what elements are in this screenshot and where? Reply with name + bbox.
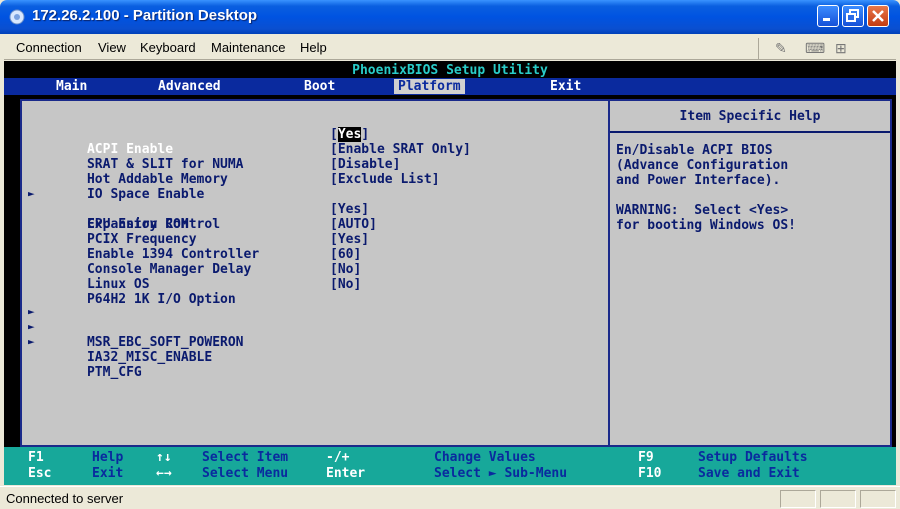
bios-utility-title: PhoenixBIOS Setup Utility <box>352 63 548 78</box>
close-icon <box>872 10 884 22</box>
setting-value[interactable]: [Exclude List] <box>330 172 440 187</box>
help-panel: Item Specific Help En/Disable ACPI BIOS … <box>608 99 892 447</box>
close-button[interactable] <box>867 5 889 27</box>
setting-console-manager-delay[interactable]: Console Manager Delay [60] <box>40 247 361 277</box>
tab-boot[interactable]: Boot <box>304 79 335 94</box>
tab-exit[interactable]: Exit <box>550 79 581 94</box>
setting-srat-slit[interactable]: SRAT & SLIT for NUMA [Enable SRAT Only] <box>40 142 471 172</box>
key-minus-plus: -/+ <box>326 450 350 465</box>
key-desc: Exit <box>92 466 124 481</box>
setting-value[interactable]: [Yes] <box>330 202 369 217</box>
restore-icon <box>846 9 859 22</box>
submenu-arrow-icon: ► <box>28 187 35 200</box>
setting-io-space-enable[interactable]: IO Space Enable [Exclude List] <box>40 172 440 202</box>
bios-screen[interactable]: PhoenixBIOS Setup Utility Main Advanced … <box>4 61 896 485</box>
menu-maintenance[interactable]: Maintenance <box>211 40 285 55</box>
key-arrows-leftright: ←→ <box>156 466 172 481</box>
key-arrows-updown: ↑↓ <box>156 450 172 465</box>
setting-value[interactable]: [Enable SRAT Only] <box>330 142 471 157</box>
tab-platform[interactable]: Platform <box>394 79 465 94</box>
submenu-arrow-icon: ► <box>28 305 35 318</box>
key-f10: F10 <box>638 466 662 481</box>
settings-panel: ACPI Enable [Yes] SRAT & SLIT for NUMA [… <box>20 99 610 447</box>
submenu-msr-ebc-soft-poweron[interactable]: ► MSR_EBC_SOFT_POWERON <box>28 305 244 350</box>
status-pane <box>780 490 816 508</box>
network-icon[interactable]: ⊞ <box>835 40 847 57</box>
key-esc: Esc <box>28 466 52 481</box>
help-text-line: for booting Windows OS! <box>616 218 797 233</box>
setting-hot-addable-memory[interactable]: Hot Addable Memory [Disable] <box>40 157 400 187</box>
key-desc: Change Values <box>434 450 536 465</box>
title-bar[interactable]: 172.26.2.100 - Partition Desktop <box>0 0 900 34</box>
menu-help[interactable]: Help <box>300 40 327 55</box>
setting-label: IA32_MISC_ENABLE <box>86 350 213 365</box>
help-title: Item Specific Help <box>679 109 821 124</box>
tab-advanced[interactable]: Advanced <box>158 79 221 94</box>
setting-pcix-frequency[interactable]: PCIX Frequency [AUTO] <box>40 217 377 247</box>
key-help-footer: F1 Help ↑↓ Select Item -/+ Change Values… <box>4 447 896 485</box>
setting-value[interactable]: [Yes] <box>330 232 369 247</box>
status-pane <box>860 490 896 508</box>
status-pane <box>820 490 856 508</box>
submenu-ptm-cfg[interactable]: ► PTM_CFG <box>28 335 142 380</box>
menu-connection[interactable]: Connection <box>16 40 82 55</box>
setting-value[interactable]: [No] <box>330 262 361 277</box>
status-bar: Connected to server <box>0 486 900 509</box>
key-desc: Setup Defaults <box>698 450 808 465</box>
help-divider <box>610 131 890 133</box>
menu-view[interactable]: View <box>98 40 126 55</box>
setting-cpu-entry-control[interactable]: CPU Entry Control [Yes] <box>40 202 369 232</box>
help-text-line: En/Disable ACPI BIOS <box>616 143 773 158</box>
restore-button[interactable] <box>842 5 864 27</box>
menu-keyboard[interactable]: Keyboard <box>140 40 196 55</box>
remote-desktop-icon <box>9 9 25 25</box>
tool-icon[interactable]: ✎ <box>775 40 787 57</box>
help-text-line: and Power Interface). <box>616 173 781 188</box>
window-title: 172.26.2.100 - Partition Desktop <box>32 7 258 24</box>
key-desc: Select ► Sub-Menu <box>434 466 568 481</box>
submenu-expansion-rom[interactable]: ► Expansion ROM <box>28 187 189 232</box>
key-desc: Save and Exit <box>698 466 800 481</box>
setting-label: PTM_CFG <box>86 365 142 380</box>
key-f9: F9 <box>638 450 654 465</box>
minimize-icon <box>823 18 830 21</box>
setting-linux-os[interactable]: Linux OS [No] <box>40 262 361 292</box>
setting-value[interactable]: [AUTO] <box>330 217 377 232</box>
setting-p64h2-io-option[interactable]: P64H2 1K I/O Option [No] <box>40 277 361 307</box>
submenu-arrow-icon: ► <box>28 335 35 348</box>
keyboard-icon[interactable]: ⌨ <box>805 40 825 57</box>
help-text-line: (Advance Configuration <box>616 158 789 173</box>
help-text-line: WARNING: Select <Yes> <box>616 203 789 218</box>
key-desc: Select Item <box>202 450 289 465</box>
status-text: Connected to server <box>6 491 124 506</box>
submenu-arrow-icon: ► <box>28 320 35 333</box>
setting-acpi-enable[interactable]: ACPI Enable [Yes] <box>40 127 369 157</box>
toolbar-icons: ✎ ⌨ ⊞ <box>758 38 898 60</box>
submenu-ia32-misc-enable[interactable]: ► IA32_MISC_ENABLE <box>28 320 212 365</box>
setting-value[interactable]: [Disable] <box>330 157 400 172</box>
setting-enable-1394[interactable]: Enable 1394 Controller [Yes] <box>40 232 369 262</box>
key-f1: F1 <box>28 450 44 465</box>
menu-bar: Connection View Keyboard Maintenance Hel… <box>4 36 896 60</box>
minimize-button[interactable] <box>817 5 839 27</box>
setting-value[interactable]: [No] <box>330 277 361 292</box>
setting-value[interactable]: [Yes] <box>330 127 369 142</box>
bios-tab-bar: Main Advanced Boot Platform Exit <box>4 78 896 95</box>
key-desc: Select Menu <box>202 466 289 481</box>
tab-main[interactable]: Main <box>56 79 87 94</box>
key-enter: Enter <box>326 466 366 481</box>
key-desc: Help <box>92 450 124 465</box>
setting-value[interactable]: [60] <box>330 247 361 262</box>
